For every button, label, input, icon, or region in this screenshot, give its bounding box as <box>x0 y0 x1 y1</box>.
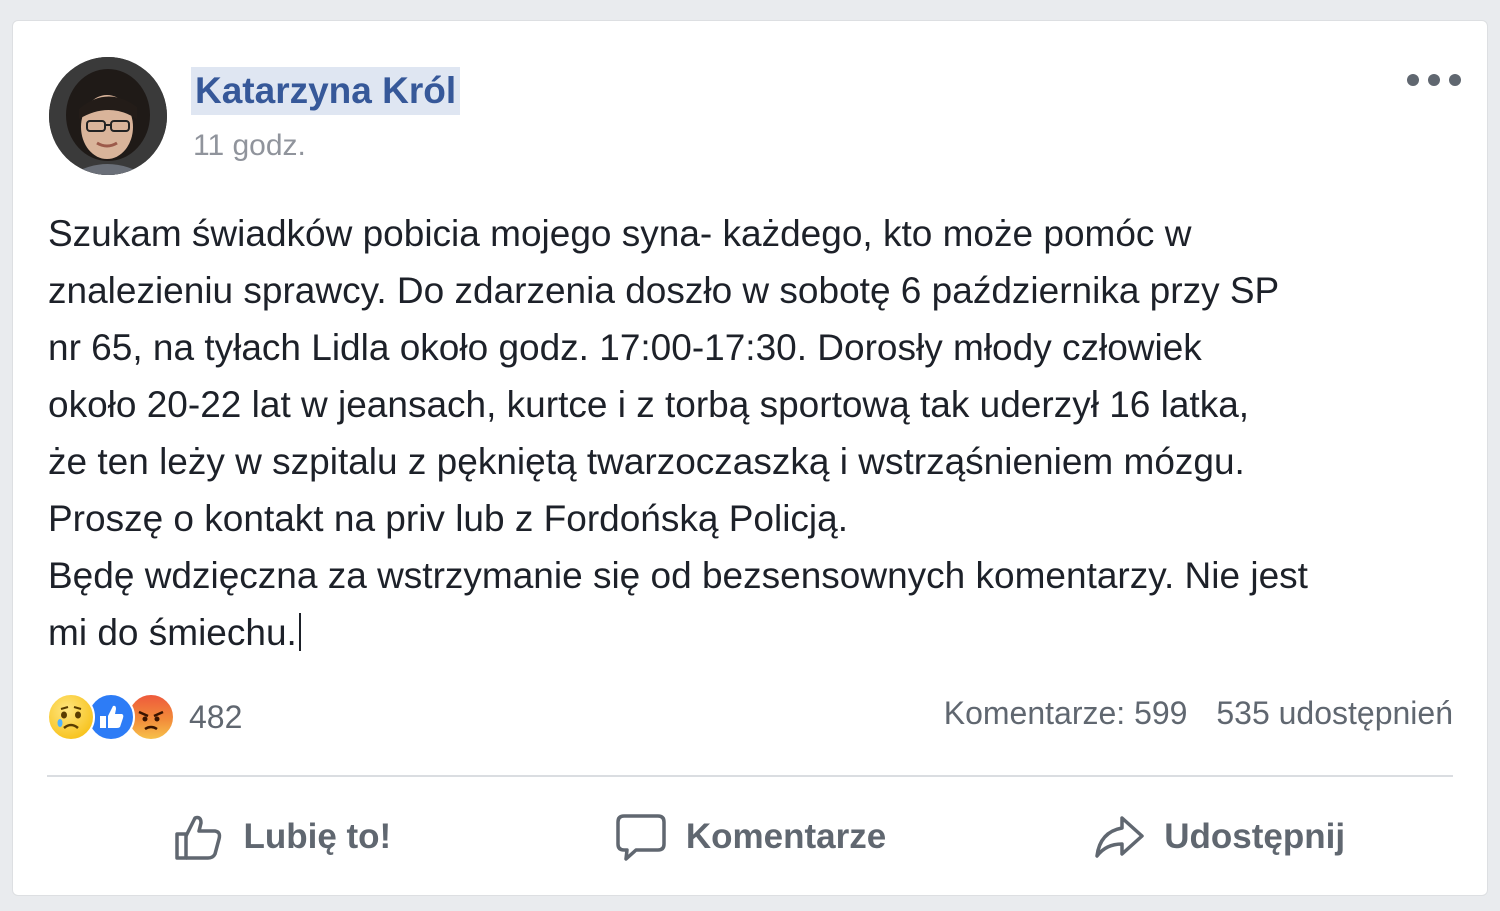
post-text-line-last: mi do śmiechu. <box>48 604 1463 661</box>
engagement-counts: Komentarze: 599 535 udostępnień <box>944 695 1453 732</box>
post-actions-bar: Lubię to! Komentarze Udostępnij <box>47 793 1453 881</box>
post-text-line: Szukam świadków pobicia mojego syna- każ… <box>48 213 1192 254</box>
share-button[interactable]: Udostępnij <box>984 793 1453 881</box>
comment-button[interactable]: Komentarze <box>516 793 985 881</box>
comments-count-link[interactable]: Komentarze: 599 <box>944 695 1188 731</box>
actions-divider <box>47 775 1453 777</box>
post-card: Katarzyna Król 11 godz. Szukam świadków … <box>12 20 1488 896</box>
post-text-line: że ten leży w szpitalu z pękniętą twarzo… <box>48 441 1245 482</box>
post-text-line: około 20-22 lat w jeansach, kurtce i z t… <box>48 384 1250 425</box>
post-text-line: Proszę o kontakt na priv lub z Fordońską… <box>48 498 848 539</box>
post-text-line: znalezieniu sprawcy. Do zdarzenia doszło… <box>48 270 1280 311</box>
post-text-line: Będę wdzięczna za wstrzymanie się od bez… <box>48 555 1308 596</box>
like-button[interactable]: Lubię to! <box>47 793 516 881</box>
author-name-link[interactable]: Katarzyna Król <box>191 67 461 115</box>
comment-bubble-icon <box>616 814 666 861</box>
sad-reaction-icon <box>47 693 95 741</box>
more-options-icon[interactable] <box>1407 65 1461 95</box>
share-arrow-icon <box>1095 816 1145 858</box>
thumbs-up-icon <box>175 815 222 860</box>
text-cursor <box>298 613 301 651</box>
like-button-label: Lubię to! <box>243 817 392 856</box>
shares-count-link[interactable]: 535 udostępnień <box>1216 695 1453 731</box>
author-avatar[interactable] <box>49 57 167 175</box>
reactions-summary[interactable]: 482 <box>47 693 242 741</box>
post-text-line: mi do śmiechu. <box>48 612 297 653</box>
share-button-label: Udostępnij <box>1164 817 1346 856</box>
more-dot <box>1407 74 1419 86</box>
reaction-count[interactable]: 482 <box>189 699 242 736</box>
comment-button-label: Komentarze <box>685 817 887 856</box>
post-text-line: nr 65, na tyłach Lidla około godz. 17:00… <box>48 327 1202 368</box>
post-timestamp[interactable]: 11 godz. <box>193 129 306 163</box>
more-dot <box>1449 74 1461 86</box>
more-dot <box>1428 74 1440 86</box>
post-body: Szukam świadków pobicia mojego syna- każ… <box>48 205 1463 661</box>
